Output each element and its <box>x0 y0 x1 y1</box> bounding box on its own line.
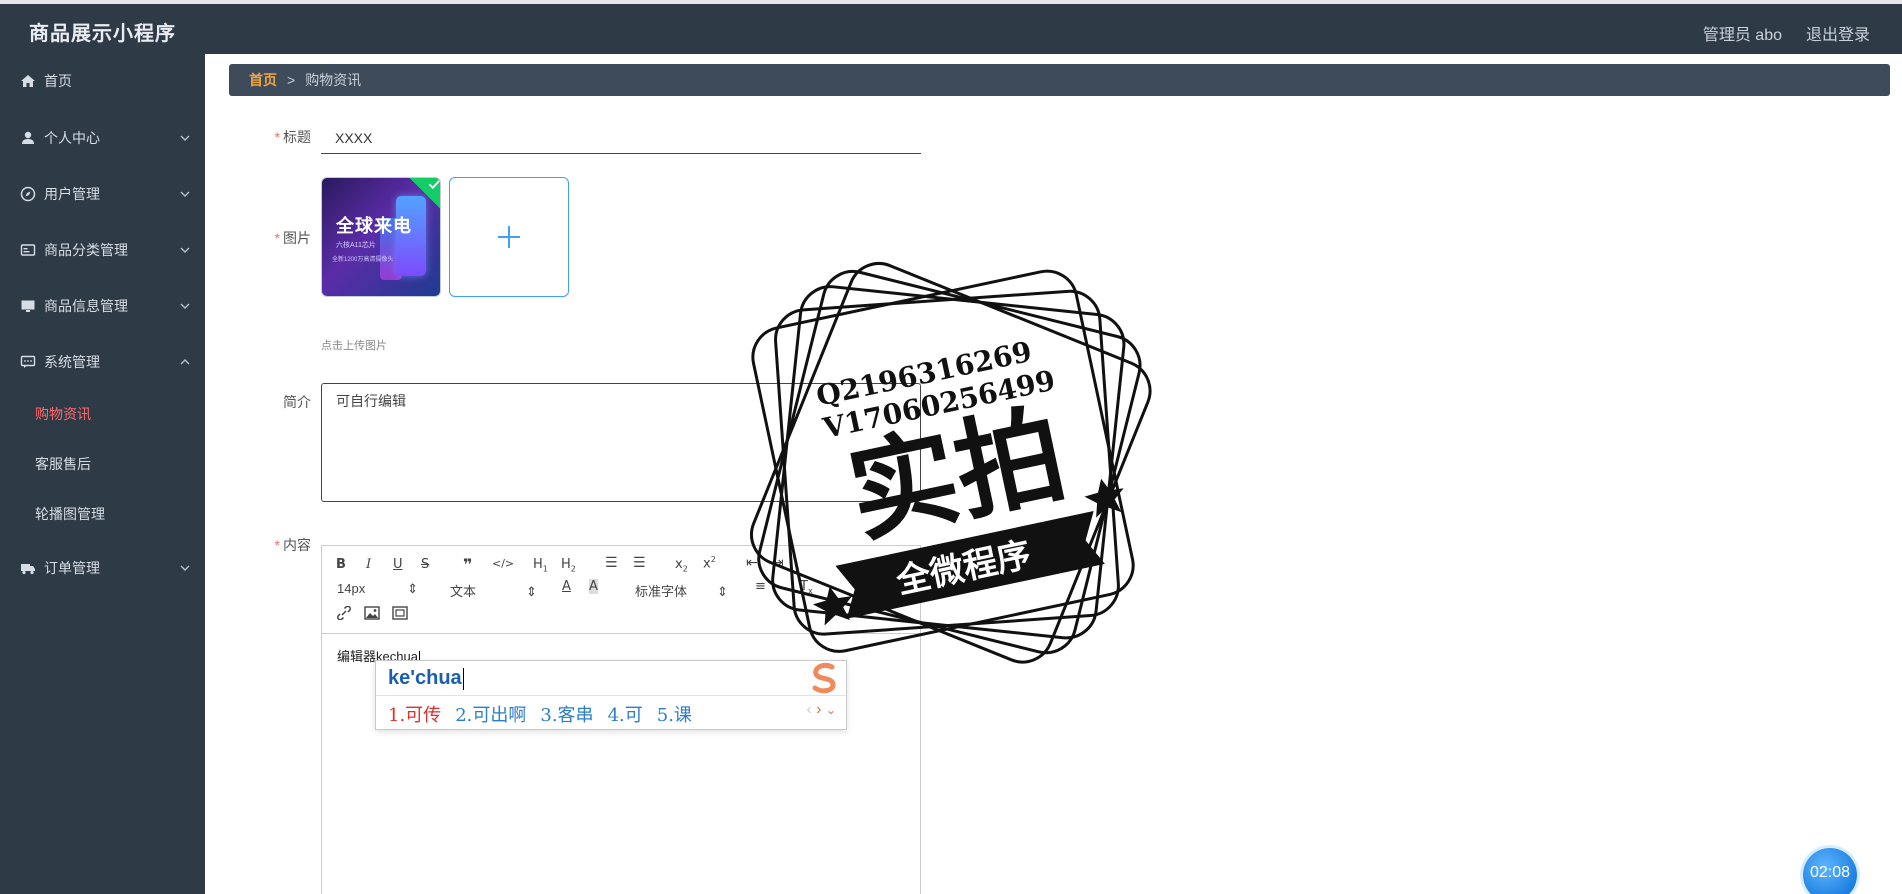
underline-button[interactable]: U <box>393 557 403 572</box>
required-mark: * <box>274 129 280 145</box>
sidebar-item-label: 个人中心 <box>44 130 100 146</box>
summary-label: 简介 <box>283 394 311 410</box>
sidebar-item-label: 首页 <box>44 73 72 89</box>
plus-icon <box>498 226 520 248</box>
ime-candidate[interactable]: 1.可传 <box>388 705 441 726</box>
sidebar-item-label: 商品信息管理 <box>44 298 128 314</box>
link-icon[interactable] <box>336 606 352 620</box>
sidebar-item-label: 订单管理 <box>44 560 100 576</box>
ime-candidate[interactable]: 2.可出啊 <box>455 705 526 726</box>
required-mark: * <box>274 537 280 553</box>
chevron-down-icon <box>180 135 190 141</box>
sidebar-item-products[interactable]: 商品信息管理 <box>0 286 205 326</box>
bold-button[interactable]: B <box>336 557 346 572</box>
sidebar-item-orders[interactable]: 订单管理 <box>0 548 205 588</box>
ime-candidate[interactable]: 4.可 <box>608 705 643 726</box>
image-label: * 图片 <box>274 230 311 246</box>
check-icon <box>428 180 440 190</box>
chevron-up-icon <box>180 359 190 365</box>
uploaded-image-thumbnail[interactable]: 全球来电 六核A11芯片 全新1200万高清摄像头 <box>321 177 441 297</box>
chevron-down-icon <box>180 247 190 253</box>
h2-button[interactable]: H2 <box>561 557 576 574</box>
sogou-logo-icon <box>812 662 836 694</box>
timer-badge[interactable]: 02:08 <box>1803 848 1857 894</box>
home-icon <box>21 75 35 87</box>
code-block-button[interactable]: </> <box>492 557 514 570</box>
sidebar-item-home[interactable]: 首页 <box>0 61 205 101</box>
monitor-icon <box>21 300 35 312</box>
title-label: * 标题 <box>274 129 311 145</box>
breadcrumb-current: 购物资讯 <box>305 72 362 88</box>
italic-button[interactable]: I <box>366 557 371 572</box>
font-family-select[interactable]: 标准字体 ⇕ <box>635 581 728 600</box>
font-size-select[interactable]: 14px ⇕ <box>337 581 418 597</box>
outdent-button[interactable]: ⇤ <box>746 555 758 571</box>
sidebar-subitem-customer-service[interactable]: 客服售后 <box>0 444 205 484</box>
card-icon <box>20 244 36 256</box>
app-title: 商品展示小程序 <box>29 23 176 45</box>
sidebar-item-profile[interactable]: 个人中心 <box>0 118 205 158</box>
bullet-list-button[interactable]: ☰ <box>633 555 646 571</box>
sidebar-subitem-carousel[interactable]: 轮播图管理 <box>0 494 205 534</box>
ime-composition: ke'chua <box>388 667 464 690</box>
strike-button[interactable]: S <box>421 557 429 572</box>
sidebar-item-users[interactable]: 用户管理 <box>0 174 205 214</box>
required-mark: * <box>274 230 280 246</box>
ime-candidate[interactable]: 3.客串 <box>540 705 593 726</box>
chevron-down-icon <box>180 303 190 309</box>
superscript-button[interactable]: x2 <box>703 555 716 571</box>
subscript-button[interactable]: x2 <box>675 557 688 574</box>
ime-candidate-list: 1.可传 2.可出啊 3.客串 4.可 5.课 <box>388 701 706 727</box>
sidebar-item-categories[interactable]: 商品分类管理 <box>0 230 205 270</box>
thumb-subline: 六核A11芯片 <box>336 242 376 249</box>
top-header: 商品展示小程序 管理员 abo 退出登录 <box>0 0 1902 54</box>
content-label: * 内容 <box>274 537 311 553</box>
title-input[interactable] <box>321 122 921 154</box>
ime-pager[interactable]: ‹ › ⌄ <box>806 701 836 719</box>
indent-button[interactable]: ⇥ <box>772 555 784 571</box>
ime-divider <box>376 695 846 696</box>
sidebar-subitem-shopping-news[interactable]: 购物资讯 <box>0 394 205 434</box>
editor-toolbar: B I U S ❞ </> H1 H2 ☰ ☰ x2 x2 ⇤ ⇥ 14px ⇕ … <box>322 546 920 634</box>
image-icon[interactable] <box>364 606 380 620</box>
upload-hint: 点击上传图片 <box>321 340 387 352</box>
ordered-list-button[interactable]: ☰ <box>605 555 618 571</box>
ime-candidate[interactable]: 5.课 <box>657 705 692 726</box>
paragraph-select[interactable]: 文本 ⇕ <box>450 581 537 600</box>
thumb-caption: 全新1200万高清摄像头 <box>332 257 394 263</box>
clear-format-button[interactable]: Tx <box>800 579 813 596</box>
sidebar: 首页 个人中心 用户管理 商品分类管理 商品信息管理 系统管理 购物资讯 客服售… <box>0 54 205 894</box>
h1-button[interactable]: H1 <box>533 557 548 574</box>
breadcrumb: 首页 > 购物资讯 <box>229 64 1890 96</box>
user-icon <box>22 131 34 144</box>
align-button[interactable]: ≡ <box>755 579 766 594</box>
summary-textarea[interactable]: 可自行编辑 <box>321 383 921 502</box>
compass-icon <box>20 186 36 202</box>
ime-candidate-window: ke'chua 1.可传 2.可出啊 3.客串 4.可 5.课 ‹ › ⌄ <box>375 660 847 730</box>
sidebar-item-label: 用户管理 <box>44 186 100 202</box>
sidebar-item-system[interactable]: 系统管理 <box>0 342 205 382</box>
truck-icon <box>21 564 35 575</box>
user-label[interactable]: 管理员 abo <box>1703 21 1782 45</box>
sidebar-item-label: 系统管理 <box>44 354 100 370</box>
sidebar-item-label: 商品分类管理 <box>44 242 128 258</box>
chevron-down-icon <box>180 565 190 571</box>
blockquote-button[interactable]: ❞ <box>463 555 472 574</box>
thumb-headline: 全球来电 <box>336 216 412 237</box>
chat-icon <box>20 355 36 368</box>
font-color-button[interactable]: A <box>562 579 571 594</box>
video-icon[interactable] <box>392 606 408 620</box>
breadcrumb-separator: > <box>287 72 296 88</box>
logout-link[interactable]: 退出登录 <box>1806 21 1870 45</box>
breadcrumb-home[interactable]: 首页 <box>249 70 277 90</box>
background-color-button[interactable]: A <box>589 579 598 594</box>
upload-image-button[interactable] <box>449 177 569 297</box>
chevron-down-icon <box>180 191 190 197</box>
